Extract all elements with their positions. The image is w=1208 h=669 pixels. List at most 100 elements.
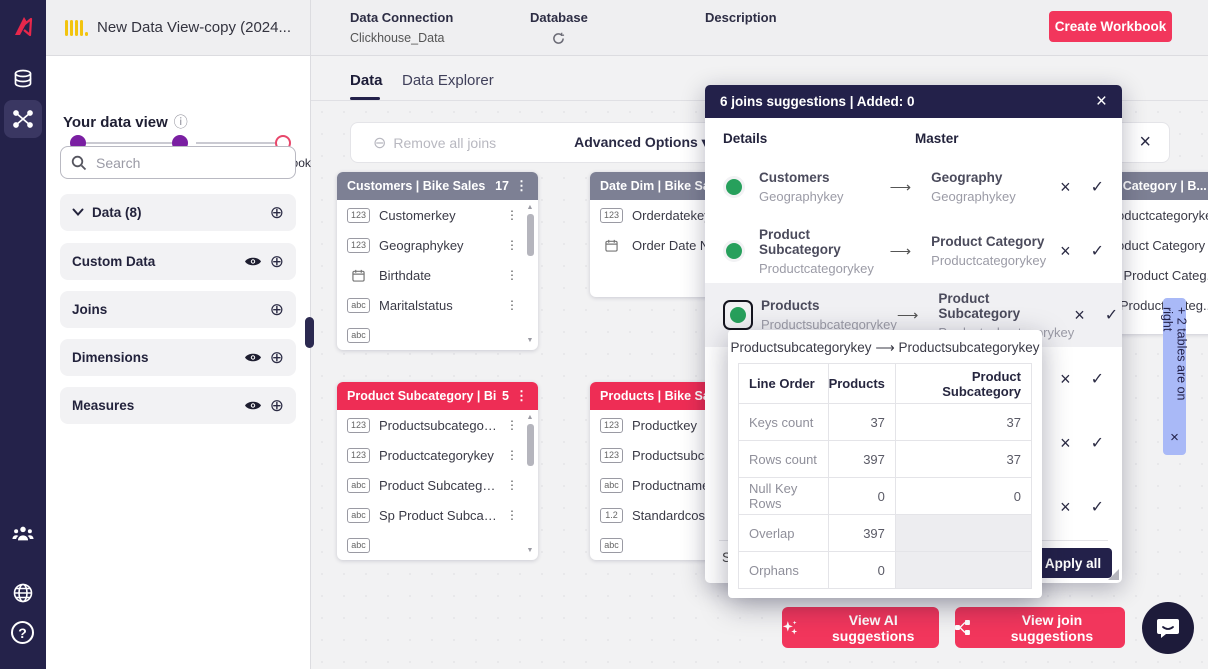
scroll-thumb[interactable] (527, 214, 534, 256)
dataview-header: New Data View-copy (2024... (46, 0, 310, 56)
modal-resize-handle[interactable] (1108, 569, 1119, 580)
add-measure-icon[interactable]: ⊕ (270, 396, 284, 416)
eye-icon[interactable] (244, 255, 262, 268)
table-card-product-subcategory[interactable]: Product Subcategory | Bik... 5 ⋮ 123Prod… (337, 382, 538, 560)
scroll-thumb[interactable] (527, 424, 534, 466)
reject-join-icon[interactable]: × (1060, 497, 1071, 518)
reject-join-icon[interactable]: × (1060, 433, 1071, 454)
field-row[interactable]: abcSp Product Subcateg...⋮ (337, 500, 538, 530)
view-ai-suggestions-button[interactable]: View AI suggestions (782, 607, 939, 648)
sidebar-item-dimensions[interactable]: Dimensions ⊕ (60, 339, 296, 376)
create-workbook-button[interactable]: Create Workbook (1049, 11, 1172, 42)
field-menu-icon[interactable]: ⋮ (506, 298, 518, 312)
refresh-icon[interactable] (552, 32, 565, 45)
field-row[interactable]: Birthdate ⋮ (337, 260, 538, 290)
view-join-suggestions-button[interactable]: View join suggestions (955, 607, 1125, 648)
accept-join-icon[interactable]: ✓ (1105, 305, 1118, 325)
joins-nav-active[interactable] (4, 100, 42, 138)
stat-label: Keys count (739, 404, 829, 441)
card-menu-icon[interactable]: ⋮ (515, 178, 528, 194)
status-dot-focus-frame[interactable] (723, 300, 753, 330)
database-nav-icon[interactable] (12, 68, 34, 90)
modal-close-icon[interactable]: × (1096, 91, 1107, 113)
tag-close-icon[interactable]: × (1166, 429, 1183, 446)
sidebar-item-data[interactable]: Data (8) ⊕ (60, 194, 296, 231)
number-type-icon: 123 (600, 418, 623, 433)
panel-resize-handle[interactable] (305, 317, 314, 348)
field-menu-icon[interactable]: ⋮ (506, 238, 518, 252)
sidebar-item-custom-data[interactable]: Custom Data ⊕ (60, 243, 296, 280)
data-connection-group: Data Connection Clickhouse_Data (350, 10, 453, 45)
join-status-dot (723, 240, 745, 262)
add-dimension-icon[interactable]: ⊕ (270, 348, 284, 368)
add-data-icon[interactable]: ⊕ (270, 203, 284, 223)
field-row[interactable]: abcMaritalstatus⋮ (337, 290, 538, 320)
team-icon[interactable] (12, 524, 34, 544)
field-row[interactable]: abcProduct Subcategory⋮ (337, 470, 538, 500)
date-type-icon (347, 268, 370, 283)
reject-join-icon[interactable]: × (1060, 241, 1071, 262)
chat-support-button[interactable] (1142, 602, 1194, 654)
card-scrollbar[interactable]: ▲▼ (524, 414, 536, 554)
field-row-partial[interactable]: abc (337, 320, 538, 350)
accept-join-icon[interactable]: ✓ (1091, 241, 1104, 261)
field-row[interactable]: 123Geographykey⋮ (337, 230, 538, 260)
card-scrollbar[interactable]: ▲▼ (524, 204, 536, 344)
tab-data-explorer[interactable]: Data Explorer (402, 72, 494, 89)
accept-join-icon[interactable]: ✓ (1091, 177, 1104, 197)
scroll-up-icon[interactable]: ▲ (527, 414, 534, 421)
scroll-up-icon[interactable]: ▲ (527, 204, 534, 211)
accept-join-icon[interactable]: ✓ (1091, 369, 1104, 389)
accept-join-icon[interactable]: ✓ (1091, 497, 1104, 517)
table-card-customers[interactable]: Customers | Bike Sales 17 ⋮ 123Customerk… (337, 172, 538, 350)
accept-join-icon[interactable]: ✓ (1091, 433, 1104, 453)
help-icon[interactable]: ? (11, 621, 34, 644)
tab-data[interactable]: Data (350, 72, 383, 89)
reject-join-icon[interactable]: × (1060, 369, 1071, 390)
add-custom-data-icon[interactable]: ⊕ (270, 252, 284, 272)
info-icon[interactable]: ⓘ (174, 112, 188, 132)
field-row[interactable]: 123Productcategorykey⋮ (337, 440, 538, 470)
scroll-down-icon[interactable]: ▼ (527, 547, 534, 554)
card-menu-icon[interactable]: ⋮ (515, 388, 528, 404)
decimal-type-icon: 1.2 (600, 508, 623, 523)
add-join-icon[interactable]: ⊕ (270, 300, 284, 320)
scroll-down-icon[interactable]: ▼ (527, 337, 534, 344)
join-suggestion-row[interactable]: Customers Geographykey ⟶ Geography Geogr… (705, 155, 1122, 219)
stat-value: 0 (828, 552, 895, 589)
field-menu-icon[interactable]: ⋮ (506, 478, 518, 492)
field-name: Productcategorykey (379, 448, 494, 463)
card-header[interactable]: Customers | Bike Sales 17 ⋮ (337, 172, 538, 200)
field-menu-icon[interactable]: ⋮ (506, 508, 518, 522)
field-menu-icon[interactable]: ⋮ (506, 448, 518, 462)
field-menu-icon[interactable]: ⋮ (506, 418, 518, 432)
close-panel-icon[interactable]: × (1139, 131, 1151, 154)
field-row[interactable]: 123Customerkey⋮ (337, 200, 538, 230)
card-header[interactable]: Product Subcategory | Bik... 5 ⋮ (337, 382, 538, 410)
field-menu-icon[interactable]: ⋮ (506, 208, 518, 222)
reject-join-icon[interactable]: × (1074, 305, 1085, 326)
remove-all-joins-button[interactable]: ⊖ Remove all joins (373, 133, 496, 153)
field-name: Birthdate (379, 268, 431, 283)
sidebar-item-joins[interactable]: Joins ⊕ (60, 291, 296, 328)
field-row-partial[interactable]: abc (337, 530, 538, 560)
tables-on-right-tag[interactable]: + 2 tables are on right × (1163, 298, 1186, 455)
globe-icon[interactable] (12, 582, 34, 604)
reject-join-icon[interactable]: × (1060, 177, 1071, 198)
join-suggestion-row[interactable]: Product Subcategory Productcategorykey ⟶… (705, 219, 1122, 283)
app-logo-icon[interactable] (9, 13, 37, 41)
advanced-options-dropdown[interactable]: Advanced Options ▾ (574, 134, 709, 151)
sidebar-item-label: Joins (72, 302, 262, 317)
modal-header[interactable]: 6 joins suggestions | Added: 0 × (705, 85, 1122, 118)
eye-icon[interactable] (244, 399, 262, 412)
search-input[interactable] (96, 155, 266, 171)
sparkle-icon (782, 619, 799, 636)
field-name: Maritalstatus (379, 298, 453, 313)
apply-all-button[interactable]: Apply all (1034, 548, 1112, 578)
text-type-icon: abc (347, 508, 370, 523)
sidebar-search[interactable] (60, 146, 296, 179)
sidebar-item-measures[interactable]: Measures ⊕ (60, 387, 296, 424)
field-menu-icon[interactable]: ⋮ (506, 268, 518, 282)
eye-icon[interactable] (244, 351, 262, 364)
field-row[interactable]: 123Productsubcategory...⋮ (337, 410, 538, 440)
